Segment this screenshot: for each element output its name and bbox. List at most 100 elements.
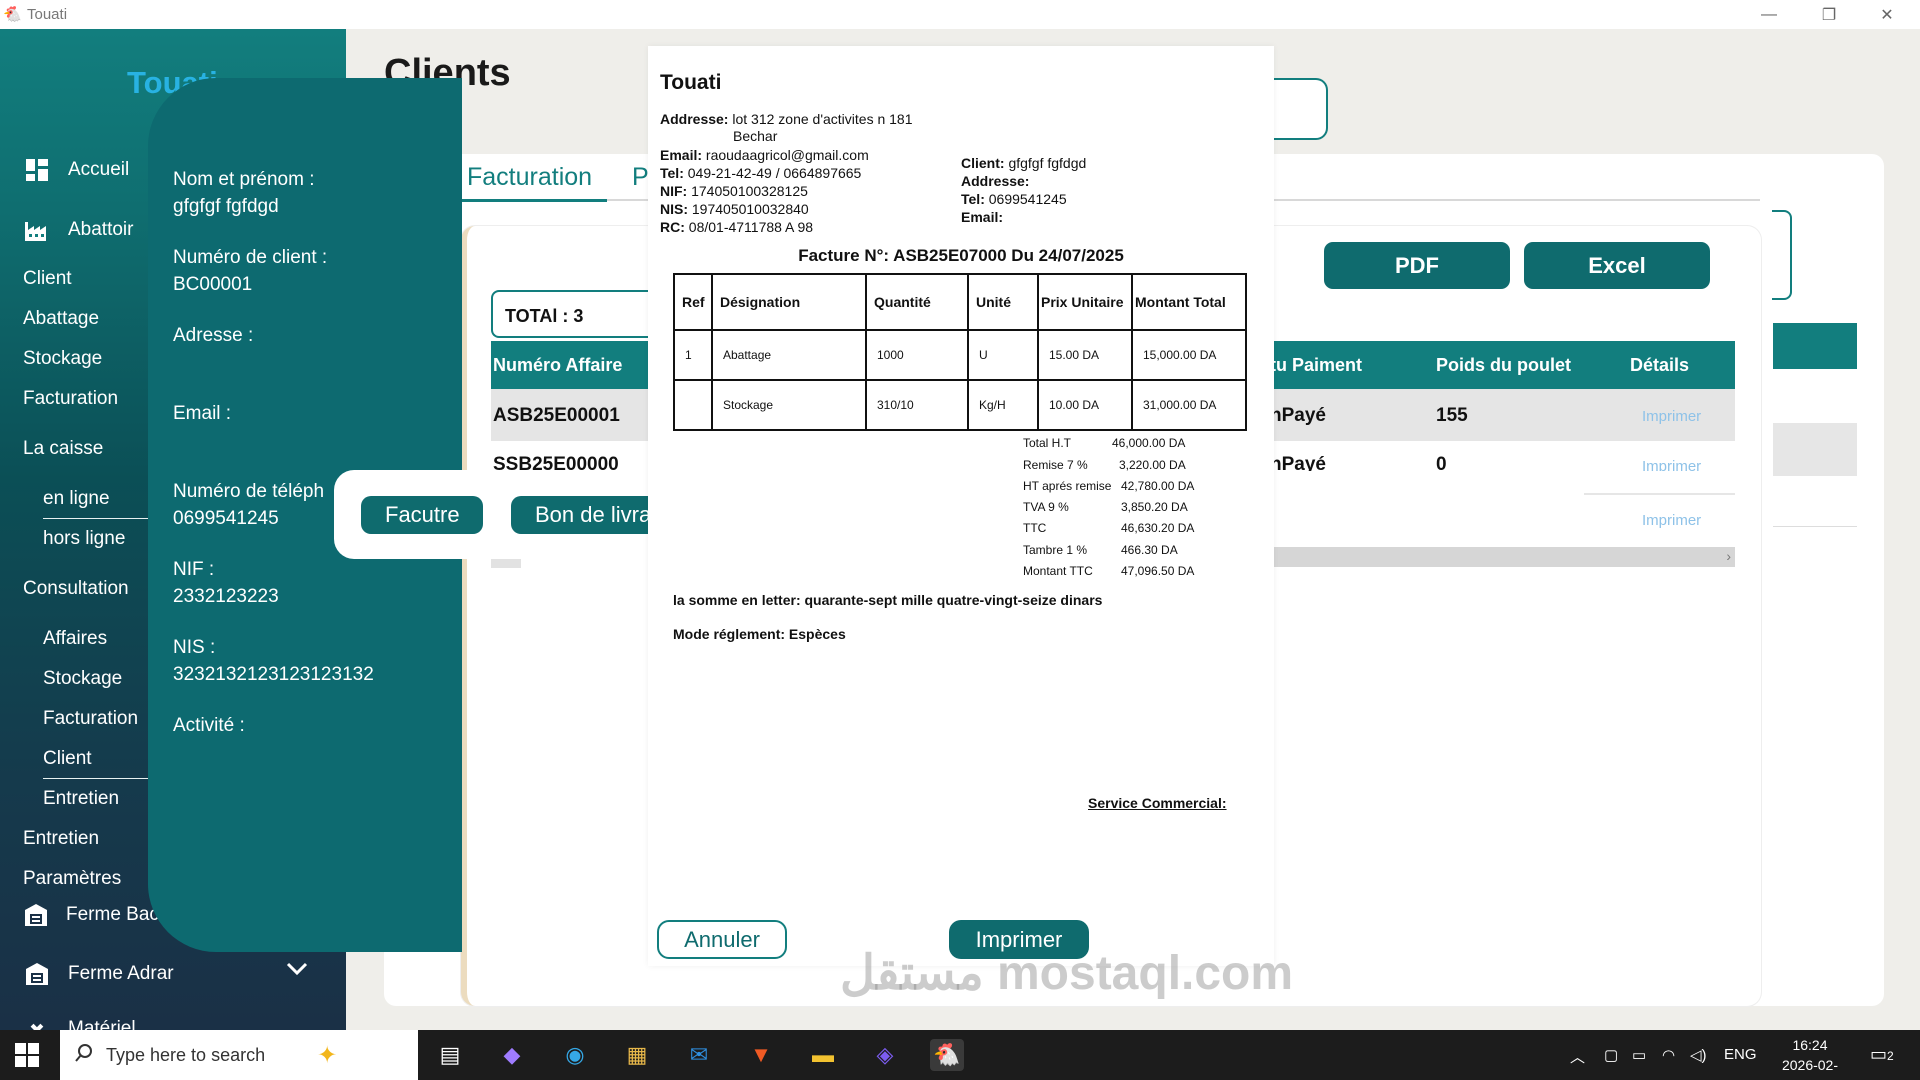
sidebar-item-stockage-consult[interactable]: Stockage bbox=[43, 668, 122, 690]
factory-icon bbox=[24, 217, 50, 243]
scroll-right-icon[interactable]: › bbox=[1726, 548, 1731, 564]
sidebar-item-abattage[interactable]: Abattage bbox=[23, 308, 99, 330]
client-nis-value: 3232132123123123132 bbox=[173, 664, 374, 685]
tray-chevron-icon[interactable]: ︿ bbox=[1570, 1046, 1585, 1067]
sidebar-item-materiel[interactable]: ✖ Matériel bbox=[24, 1018, 136, 1030]
restore-button[interactable]: ❐ bbox=[1800, 0, 1858, 29]
header-numero-affaire[interactable]: Numéro Affaire bbox=[493, 355, 622, 376]
sidebar-item-entretien[interactable]: Entretien bbox=[23, 828, 99, 850]
shield-app-icon[interactable]: ◈ bbox=[868, 1039, 902, 1071]
sidebar-item-facturation[interactable]: Facturation bbox=[23, 388, 118, 410]
cell-designation: Stockage bbox=[711, 379, 867, 431]
cell-unite: Kg/H bbox=[967, 379, 1039, 431]
imprimer-link[interactable]: Imprimer bbox=[1642, 512, 1701, 529]
company-rc: RC: 08/01-4711788 A 98 bbox=[660, 219, 814, 235]
client-number-label: Numéro de client : bbox=[173, 247, 328, 268]
header-poids[interactable]: Poids du poulet bbox=[1436, 355, 1571, 376]
imprimer-link[interactable]: Imprimer bbox=[1642, 458, 1701, 471]
payment-mode: Mode réglement: Espèces bbox=[673, 626, 846, 642]
task-view-icon[interactable]: ▤ bbox=[433, 1039, 467, 1071]
title-bar: 🐔 Touati — ❐ ✕ bbox=[0, 0, 1920, 29]
tab-second[interactable]: P bbox=[632, 163, 649, 192]
side-header-strip bbox=[1773, 323, 1857, 369]
search-placeholder: Type here to search bbox=[106, 1044, 266, 1065]
minimize-button[interactable]: — bbox=[1740, 0, 1798, 29]
chevron-down-icon[interactable] bbox=[286, 962, 308, 976]
tab-facturation[interactable]: Facturation bbox=[467, 163, 592, 192]
cancel-button[interactable]: Annuler bbox=[657, 920, 787, 959]
client-address-label: Adresse : bbox=[173, 325, 254, 346]
watermark: مستقل mostaql.com bbox=[840, 947, 1294, 1000]
pdf-button[interactable]: PDF bbox=[1324, 242, 1510, 289]
sidebar-item-facturation-consult[interactable]: Facturation bbox=[43, 708, 138, 730]
device-icon[interactable]: ▢ bbox=[1604, 1046, 1618, 1064]
battery-icon[interactable]: ▭ bbox=[1632, 1046, 1646, 1064]
sidebar-item-affaires[interactable]: Affaires bbox=[43, 628, 107, 650]
sidebar-item-hors-ligne[interactable]: hors ligne bbox=[43, 528, 125, 550]
total-label: TTC bbox=[1023, 521, 1047, 535]
cell-montant: 31,000.00 DA bbox=[1131, 379, 1247, 431]
client-email-label: Email : bbox=[173, 403, 232, 424]
client-email: Email: bbox=[961, 209, 1004, 225]
cell-unite: U bbox=[967, 329, 1039, 381]
sidebar-item-en-ligne[interactable]: en ligne bbox=[43, 488, 110, 510]
sidebar-item-accueil[interactable]: Accueil bbox=[24, 157, 129, 183]
volume-icon[interactable]: ◁) bbox=[1690, 1046, 1707, 1064]
windows-start-icon[interactable] bbox=[14, 1042, 40, 1068]
edge-icon[interactable]: ◉ bbox=[558, 1039, 592, 1071]
col-montant: Montant Total bbox=[1131, 273, 1247, 331]
client-nif-value: 2332123223 bbox=[173, 586, 279, 607]
header-details[interactable]: Détails bbox=[1630, 355, 1689, 376]
client-address: Addresse: bbox=[961, 173, 1030, 189]
sparkle-icon: ✦ bbox=[317, 1041, 338, 1069]
cell-quantite: 310/10 bbox=[865, 379, 969, 431]
brave-icon[interactable]: ▼ bbox=[744, 1039, 778, 1071]
copilot-icon[interactable]: ◆ bbox=[495, 1039, 529, 1071]
header-statut-paiement[interactable]: tu Paiment bbox=[1270, 355, 1362, 376]
sidebar-item-consultation[interactable]: Consultation bbox=[23, 578, 129, 600]
amount-in-words: la somme en letter: quarante-sept mille … bbox=[673, 592, 1103, 608]
sidebar-item-parametres[interactable]: Paramètres bbox=[23, 868, 121, 890]
taskbar-search-input[interactable]: Type here to search ✦ bbox=[60, 1030, 418, 1080]
horizontal-scrollbar[interactable]: › bbox=[1272, 547, 1735, 567]
close-button[interactable]: ✕ bbox=[1858, 0, 1916, 29]
sidebar-item-abattoir[interactable]: Abattoir bbox=[24, 217, 133, 243]
file-explorer-icon[interactable]: ▬ bbox=[806, 1039, 840, 1071]
sidebar-item-ferme-baci[interactable]: Ferme Baci bbox=[24, 902, 158, 928]
total-value: 466.30 DA bbox=[1121, 543, 1178, 557]
window-title: Touati bbox=[27, 6, 68, 23]
company-nif: NIF: 174050100328125 bbox=[660, 183, 808, 199]
side-divider bbox=[1773, 526, 1857, 527]
excel-button[interactable]: Excel bbox=[1524, 242, 1710, 289]
invoice-number: Facture N°: ASB25E07000 Du 24/07/2025 bbox=[798, 246, 1124, 265]
wifi-icon[interactable]: ◠ bbox=[1662, 1046, 1675, 1064]
total-value: 42,780.00 DA bbox=[1121, 479, 1195, 493]
sidebar-item-entretien-consult[interactable]: Entretien bbox=[43, 788, 119, 810]
sidebar-item-ferme-adrar[interactable]: Ferme Adrar bbox=[24, 961, 174, 987]
clock[interactable]: 16:24 2026-02-22 bbox=[1775, 1035, 1845, 1080]
touati-app-icon[interactable]: 🐔 bbox=[930, 1039, 964, 1071]
company-city: Bechar bbox=[733, 128, 778, 144]
sidebar-item-client-consult[interactable]: Client bbox=[43, 748, 92, 770]
warehouse-icon bbox=[24, 902, 48, 928]
cell-numero: SSB25E00000 bbox=[493, 454, 619, 471]
sidebar-item-stockage[interactable]: Stockage bbox=[23, 348, 102, 370]
store-icon[interactable]: ▦ bbox=[620, 1039, 654, 1071]
imprimer-link[interactable]: Imprimer bbox=[1642, 408, 1701, 425]
table-row: 1 Abattage 1000 U 15.00 DA 15,000.00 DA bbox=[673, 329, 1247, 381]
facture-button[interactable]: Facutre bbox=[361, 496, 483, 534]
cell-ref: 1 bbox=[673, 329, 713, 381]
cell-poids: 0 bbox=[1436, 454, 1447, 471]
invoice-preview-dialog: Touati Addresse: lot 312 zone d'activite… bbox=[648, 46, 1274, 966]
notifications-icon[interactable]: ▭2 bbox=[1870, 1044, 1894, 1065]
service-commercial-signature: Service Commercial: bbox=[1088, 795, 1227, 811]
app-chicken-icon: 🐔 bbox=[3, 6, 22, 23]
nav-divider bbox=[43, 518, 148, 519]
col-designation: Désignation bbox=[711, 273, 867, 331]
cell-numero: ASB25E00001 bbox=[493, 405, 620, 426]
language-indicator[interactable]: ENG bbox=[1724, 1046, 1757, 1063]
sidebar-item-client[interactable]: Client bbox=[23, 268, 72, 290]
sidebar-item-la-caisse[interactable]: La caisse bbox=[23, 438, 103, 460]
outlook-icon[interactable]: ✉ bbox=[682, 1039, 716, 1071]
bon-livraison-button[interactable]: Bon de livraison bbox=[511, 496, 648, 534]
